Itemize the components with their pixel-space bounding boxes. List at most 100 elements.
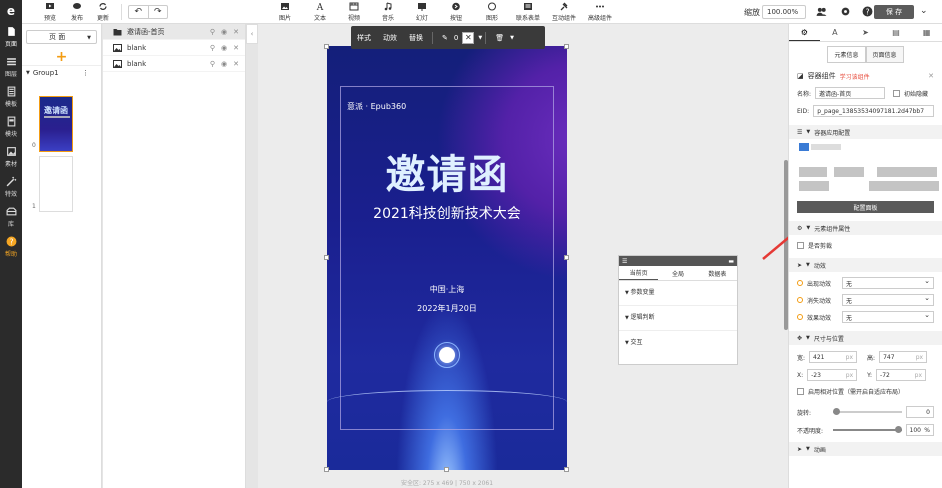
rail-item-pages[interactable]: 页面 bbox=[0, 22, 22, 52]
trash-icon[interactable]: 🗑 bbox=[489, 34, 510, 42]
close-icon[interactable]: ✕ bbox=[233, 44, 239, 52]
insert-text-button[interactable]: A 文本 bbox=[314, 2, 326, 22]
style-button[interactable]: 样式 bbox=[351, 33, 377, 43]
collapse-panel-button[interactable]: ‹ bbox=[246, 24, 258, 44]
resize-handle[interactable] bbox=[564, 467, 569, 472]
tab-current-page[interactable]: 当前页 bbox=[619, 266, 659, 280]
lock-icon[interactable]: ⚲ bbox=[210, 60, 215, 68]
caret-down-icon[interactable]: ▼ bbox=[478, 35, 482, 41]
eye-icon[interactable]: ◉ bbox=[221, 60, 227, 68]
y-input[interactable]: -72 px bbox=[876, 369, 927, 381]
insert-slideshow-button[interactable]: 幻灯 bbox=[416, 2, 428, 22]
app-logo[interactable]: e bbox=[0, 0, 22, 22]
close-icon[interactable]: ✕ bbox=[233, 60, 239, 68]
poster-subtitle[interactable]: 2021科技创新技术大会 bbox=[327, 203, 567, 223]
add-page-button[interactable]: + bbox=[22, 48, 101, 66]
hide-checkbox[interactable] bbox=[893, 89, 901, 97]
layer-row[interactable]: blank ⚲ ◉ ✕ bbox=[103, 40, 245, 56]
preview-button[interactable]: 预览 bbox=[44, 2, 56, 22]
name-input[interactable]: 邀请函-首页 bbox=[815, 87, 886, 99]
layer-row[interactable]: 邀请函-首页 ⚲ ◉ ✕ bbox=[103, 24, 245, 40]
redo-button[interactable]: ↷ bbox=[149, 6, 168, 18]
resize-handle[interactable] bbox=[324, 44, 329, 49]
close-icon[interactable]: ✕ bbox=[233, 28, 239, 36]
animation-section[interactable]: ➤ ▼ 动效 bbox=[789, 258, 942, 272]
rotate-slider[interactable] bbox=[832, 408, 902, 415]
rail-item-help[interactable]: ? 帮助 bbox=[0, 232, 22, 262]
insert-form-button[interactable]: 联系表单 bbox=[516, 2, 540, 22]
insert-button-button[interactable]: 按钮 bbox=[450, 2, 462, 22]
anim-select-enter[interactable]: 无 bbox=[842, 277, 934, 289]
insert-image-button[interactable]: 图片 bbox=[279, 2, 291, 22]
x-input[interactable]: -23 px bbox=[807, 369, 858, 381]
section-params[interactable]: ▼ 参数变量 bbox=[619, 281, 737, 306]
tab-global[interactable]: 全局 bbox=[658, 266, 697, 280]
section-interaction[interactable]: ▼ 交互 bbox=[619, 331, 737, 356]
eye-icon[interactable]: ◉ bbox=[221, 44, 227, 52]
animation-button[interactable]: 动效 bbox=[377, 33, 403, 43]
anim-radio-icon[interactable] bbox=[797, 314, 803, 320]
replace-button[interactable]: 替换 bbox=[403, 33, 429, 43]
send-icon[interactable]: ➤ bbox=[850, 24, 881, 41]
rail-item-assets[interactable]: 素材 bbox=[0, 142, 22, 172]
gear-icon[interactable]: ⚙ bbox=[789, 24, 820, 41]
tab-page-info[interactable]: 页面信息 bbox=[865, 46, 904, 63]
file-icon[interactable]: ▤ bbox=[881, 24, 912, 41]
rail-item-layers[interactable]: 图层 bbox=[0, 52, 22, 82]
rail-item-templates[interactable]: 模板 bbox=[0, 82, 22, 112]
learn-component-link[interactable]: 学习该组件 bbox=[840, 72, 870, 81]
rotate-input[interactable]: 0 bbox=[905, 406, 934, 418]
insert-shape-button[interactable]: 图形 bbox=[486, 2, 498, 22]
insert-video-button[interactable]: 视频 bbox=[348, 2, 360, 22]
tab-element-info[interactable]: 元素信息 bbox=[827, 46, 866, 63]
eid-field[interactable]: p_page_13853534097181.2d47bb7 bbox=[813, 105, 934, 117]
poster-date[interactable]: 2022年1月20日 bbox=[327, 303, 567, 314]
height-input[interactable]: 747 px bbox=[879, 351, 928, 363]
app-config-section[interactable]: ☰ ▼ 容器应用配置 bbox=[789, 125, 942, 139]
chevron-down-icon[interactable]: ⌄ bbox=[920, 6, 928, 16]
section-logic[interactable]: ▼ 逻辑判断 bbox=[619, 306, 737, 331]
poster-button-ring[interactable] bbox=[434, 342, 460, 368]
resize-handle[interactable] bbox=[324, 255, 329, 260]
crop-checkbox[interactable] bbox=[797, 242, 804, 249]
border-width-value[interactable]: 0 bbox=[454, 34, 458, 42]
page-group[interactable]: ▼ Group1 ⋮ bbox=[22, 66, 101, 80]
more-icon[interactable]: ⋮ bbox=[82, 69, 89, 77]
undo-button[interactable]: ↶ bbox=[129, 6, 149, 18]
resize-handle[interactable] bbox=[564, 44, 569, 49]
menu-icon[interactable]: ☰ bbox=[622, 258, 627, 265]
lock-icon[interactable]: ⚲ bbox=[210, 28, 215, 36]
relative-checkbox[interactable] bbox=[797, 388, 804, 395]
update-button[interactable]: 更新 bbox=[97, 2, 109, 22]
slider-knob[interactable] bbox=[832, 408, 840, 415]
gear-icon[interactable] bbox=[840, 6, 851, 17]
users-icon[interactable] bbox=[816, 6, 827, 17]
opacity-input[interactable]: 100% bbox=[905, 424, 934, 436]
resize-handle[interactable] bbox=[564, 255, 569, 260]
slider-knob[interactable] bbox=[894, 426, 902, 433]
eye-icon[interactable]: ◉ bbox=[221, 28, 227, 36]
pencil-icon[interactable]: ✎ bbox=[436, 34, 454, 42]
variables-panel-header[interactable]: ☰ ▬ bbox=[619, 256, 737, 266]
resize-handle[interactable] bbox=[444, 467, 449, 472]
config-panel-button[interactable]: 配置面板 bbox=[797, 201, 934, 213]
caret-down-icon[interactable]: ▼ bbox=[510, 35, 514, 41]
page-select[interactable]: 页 面 ▼ bbox=[26, 30, 97, 44]
anim-radio-icon[interactable] bbox=[797, 297, 803, 303]
size-section[interactable]: ✥ ▼ 尺寸与位置 bbox=[789, 331, 942, 345]
insert-interactive-button[interactable]: 互动组件 bbox=[552, 2, 576, 22]
resize-handle[interactable] bbox=[324, 467, 329, 472]
rail-item-effects[interactable]: 特效 bbox=[0, 172, 22, 202]
insert-music-button[interactable]: 音乐 bbox=[382, 2, 394, 22]
page-thumb-0[interactable]: 邀请函 bbox=[39, 96, 73, 152]
close-icon[interactable]: ✕ bbox=[928, 72, 934, 80]
width-input[interactable]: 421 px bbox=[809, 351, 858, 363]
layer-row[interactable]: blank ⚲ ◉ ✕ bbox=[103, 56, 245, 72]
poster-location[interactable]: 中国·上海 bbox=[327, 284, 567, 295]
grid-icon[interactable]: ▦ bbox=[911, 24, 942, 41]
anim-radio-icon[interactable] bbox=[797, 280, 803, 286]
save-button[interactable]: 保 存 bbox=[874, 5, 914, 19]
insert-advanced-button[interactable]: 高级组件 bbox=[588, 2, 612, 22]
help-icon[interactable]: ? bbox=[862, 6, 873, 17]
attr-section[interactable]: ⚙ ▼ 元素组件属性 bbox=[789, 221, 942, 235]
